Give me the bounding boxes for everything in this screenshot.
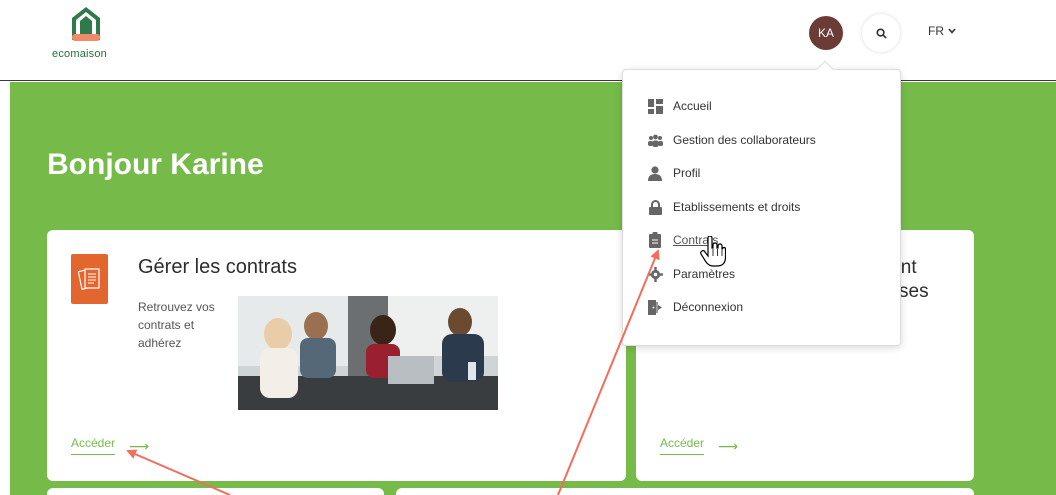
menu-item-deconnexion[interactable]: Déconnexion — [647, 297, 743, 317]
menu-item-label: Gestion des collaborateurs — [673, 133, 816, 147]
menu-item-label: Etablissements et droits — [673, 200, 801, 214]
search-button[interactable] — [862, 14, 900, 52]
contracts-card-icon — [71, 254, 108, 304]
avatar[interactable]: KA — [809, 16, 843, 50]
third-card — [47, 488, 384, 495]
language-selector[interactable]: FR — [928, 24, 956, 38]
greeting-title: Bonjour Karine — [47, 148, 264, 181]
arrow-right-icon: ⟶ — [129, 438, 150, 454]
menu-item-etablissements[interactable]: Etablissements et droits — [647, 197, 800, 217]
contracts-card-title: Gérer les contrats — [138, 256, 297, 278]
second-access-link[interactable]: Accéder — [660, 436, 705, 455]
dashboard-icon — [647, 98, 663, 114]
menu-item-label: Déconnexion — [673, 300, 744, 314]
user-dropdown-menu: Accueil Gestion des collaborateurs Profi… — [622, 60, 901, 346]
menu-item-label: Paramètres — [673, 267, 736, 281]
meeting-photo — [238, 296, 498, 410]
contracts-access-link[interactable]: Accéder — [71, 436, 116, 455]
logout-icon — [647, 299, 663, 315]
brand-logo[interactable]: ecomaison — [52, 6, 124, 62]
menu-item-collaborateurs[interactable]: Gestion des collaborateurs — [647, 130, 816, 150]
contracts-card: Gérer les contrats Retrouvez vos contrat… — [47, 230, 626, 481]
clipboard-icon — [647, 232, 663, 248]
lock-icon — [647, 199, 663, 215]
users-icon — [647, 132, 663, 148]
menu-item-label: Profil — [673, 166, 701, 180]
hand-cursor-icon — [700, 236, 726, 267]
user-icon — [647, 165, 663, 181]
menu-item-label: Accueil — [673, 99, 712, 113]
menu-item-accueil[interactable]: Accueil — [647, 96, 712, 116]
gear-icon — [647, 266, 663, 282]
contracts-card-description: Retrouvez vos contrats et adhérez — [138, 300, 215, 350]
menu-item-profil[interactable]: Profil — [647, 163, 700, 183]
arrow-right-icon: ⟶ — [718, 438, 739, 454]
brand-name: ecomaison — [52, 48, 107, 60]
house-logo-icon — [72, 7, 100, 41]
language-label: FR — [928, 24, 944, 38]
documents-icon — [77, 268, 100, 290]
chevron-down-icon — [948, 28, 956, 34]
fourth-card — [396, 488, 974, 495]
search-icon — [875, 27, 887, 39]
